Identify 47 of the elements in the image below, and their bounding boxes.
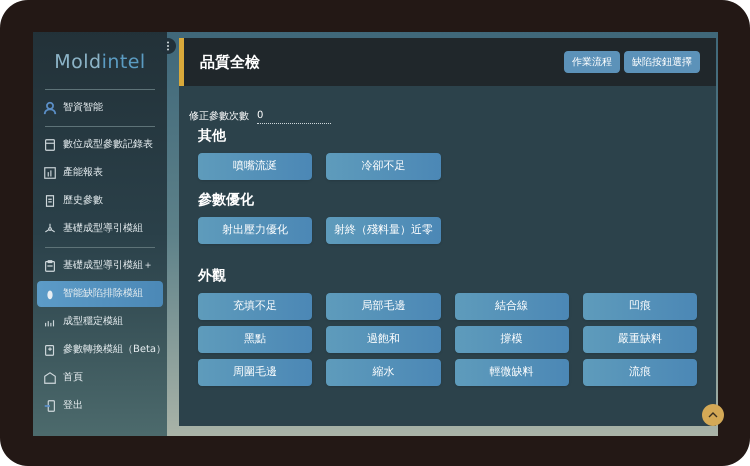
chart-icon bbox=[43, 166, 57, 180]
header-button[interactable]: 作業流程 bbox=[564, 51, 620, 73]
sidebar-item[interactable]: 智能缺陷排除模組 bbox=[37, 280, 163, 306]
defect-button[interactable]: 黑點 bbox=[198, 326, 312, 353]
defect-button[interactable]: 撐模 bbox=[454, 326, 569, 353]
fan-icon bbox=[43, 222, 57, 236]
sidebar-item[interactable]: 首頁 bbox=[37, 364, 163, 390]
sidebar-item[interactable]: 基礎成型導引模組＋ bbox=[37, 252, 163, 278]
defect-button[interactable]: 嚴重缺料 bbox=[582, 326, 697, 353]
defect-button[interactable]: 噴嘴流涎 bbox=[198, 153, 312, 180]
header-button[interactable]: 缺陷按鈕選擇 bbox=[624, 51, 700, 73]
defect-button[interactable]: 局部毛邊 bbox=[326, 293, 440, 320]
defect-button[interactable]: 輕微缺料 bbox=[454, 359, 569, 386]
sheet-icon bbox=[43, 138, 57, 152]
correction-count-field[interactable]: 0 bbox=[257, 108, 331, 124]
defect-button[interactable]: 結合線 bbox=[454, 293, 569, 320]
chevron-up-icon bbox=[708, 412, 718, 418]
home-icon bbox=[43, 370, 57, 384]
sidebar-item[interactable]: 基礎成型導引模組 bbox=[37, 216, 163, 242]
sidebar-item[interactable]: 產能報表 bbox=[37, 160, 163, 186]
field-label: 修正參數次數 bbox=[189, 110, 249, 124]
clipboard-icon bbox=[43, 258, 57, 272]
document-icon bbox=[43, 194, 57, 208]
section-title: 參數優化 bbox=[198, 191, 255, 210]
sidebar-item[interactable]: 智資智能 bbox=[37, 94, 163, 120]
defect-button[interactable]: 充填不足 bbox=[198, 293, 312, 320]
more-icon bbox=[166, 41, 170, 51]
defect-button[interactable]: 射出壓力優化 bbox=[198, 217, 312, 244]
user-icon bbox=[43, 100, 57, 114]
defect-button[interactable]: 凹痕 bbox=[582, 293, 697, 320]
scroll-top-button[interactable] bbox=[702, 404, 724, 426]
logo: Moldintel bbox=[54, 50, 146, 75]
defect-button[interactable]: 周圍毛邊 bbox=[198, 359, 312, 386]
defect-button[interactable]: 冷卻不足 bbox=[326, 153, 440, 180]
defect-button[interactable]: 流痕 bbox=[582, 359, 697, 386]
defect-button[interactable]: 射終（殘料量）近零 bbox=[326, 217, 440, 244]
sidebar-item[interactable]: 成型穩定模組 bbox=[37, 308, 163, 334]
logout-icon bbox=[43, 398, 57, 412]
sidebar-item[interactable]: 參數轉換模組（Beta） bbox=[37, 336, 163, 362]
section-title: 其他 bbox=[198, 127, 228, 146]
sidebar-item[interactable]: 歷史參數 bbox=[37, 188, 163, 214]
defect-button[interactable]: 過飽和 bbox=[326, 326, 440, 353]
section-title: 外觀 bbox=[198, 267, 227, 286]
sidebar-item[interactable]: 數位成型參數記錄表 bbox=[37, 132, 163, 158]
page-title: 品質全檢 bbox=[200, 52, 260, 73]
sidebar-item[interactable]: 登出 bbox=[37, 392, 163, 418]
defect-button[interactable]: 縮水 bbox=[326, 359, 440, 386]
